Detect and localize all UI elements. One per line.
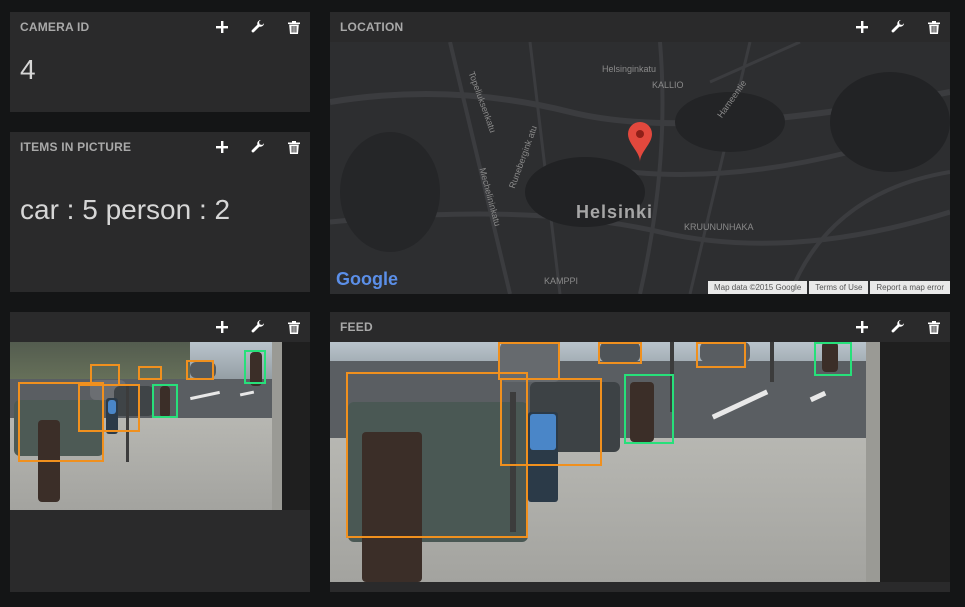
car-detection-box	[186, 360, 214, 380]
terms-of-use-link[interactable]: Terms of Use	[809, 281, 869, 294]
trash-icon[interactable]	[286, 19, 302, 35]
plus-icon[interactable]	[214, 139, 230, 155]
items-count-value: car : 5 person : 2	[20, 194, 231, 225]
snapshot-image	[10, 342, 310, 510]
trash-icon[interactable]	[286, 139, 302, 155]
widget-title: FEED	[340, 320, 373, 334]
widget-tools	[854, 19, 942, 35]
map-label: Helsinginkatu	[602, 64, 657, 74]
camera-id-value: 4	[20, 54, 36, 85]
map-attribution: Map data ©2015 Google Terms of Use Repor…	[707, 281, 950, 294]
plus-icon[interactable]	[854, 19, 870, 35]
map-label: KRUUNUNHAKA	[684, 222, 754, 232]
widget-header	[10, 312, 310, 342]
feed-video[interactable]	[330, 342, 950, 582]
widget-header: LOCATION	[330, 12, 950, 42]
snapshot-widget	[10, 312, 310, 592]
widget-header: CAMERA ID	[10, 12, 310, 42]
widget-title: LOCATION	[340, 20, 404, 34]
trash-icon[interactable]	[286, 319, 302, 335]
car-detection-box	[500, 378, 602, 466]
map-pin-icon[interactable]	[627, 122, 653, 162]
person-detection-box	[152, 384, 178, 418]
google-logo: Google	[336, 269, 398, 289]
widget-tools	[214, 139, 302, 155]
widget-header: ITEMS IN PICTURE	[10, 132, 310, 162]
map-label: KALLIO	[652, 80, 684, 90]
car-detection-box	[498, 342, 560, 380]
map-roads	[330, 42, 950, 294]
widget-tools	[214, 319, 302, 335]
car-detection-box	[598, 342, 642, 364]
widget-title: ITEMS IN PICTURE	[20, 140, 132, 154]
car-detection-box	[696, 342, 746, 368]
map-city-label: Helsinki	[576, 202, 654, 222]
car-detection-box	[78, 384, 140, 432]
camera-id-widget: CAMERA ID 4	[10, 12, 310, 112]
report-map-error-link[interactable]: Report a map error	[870, 281, 950, 294]
wrench-icon[interactable]	[890, 319, 906, 335]
feed-widget: FEED	[330, 312, 950, 592]
location-map[interactable]: Helsinginkatu KALLIO Hameentie Topeliuks…	[330, 42, 950, 294]
car-detection-box	[138, 366, 162, 380]
widget-tools	[214, 19, 302, 35]
widget-tools	[854, 319, 942, 335]
trash-icon[interactable]	[926, 19, 942, 35]
wrench-icon[interactable]	[250, 139, 266, 155]
wrench-icon[interactable]	[890, 19, 906, 35]
car-detection-box	[90, 364, 120, 386]
person-detection-box	[624, 374, 674, 444]
widget-title: CAMERA ID	[20, 20, 90, 34]
location-widget: LOCATION Helsinginkatu KALLIO Hameentie …	[330, 12, 950, 294]
plus-icon[interactable]	[214, 319, 230, 335]
person-detection-box	[814, 342, 852, 376]
plus-icon[interactable]	[854, 319, 870, 335]
items-in-picture-widget: ITEMS IN PICTURE car : 5 person : 2	[10, 132, 310, 292]
wrench-icon[interactable]	[250, 19, 266, 35]
wrench-icon[interactable]	[250, 319, 266, 335]
person-detection-box	[244, 350, 266, 384]
map-data-attribution: Map data ©2015 Google	[707, 281, 808, 294]
plus-icon[interactable]	[214, 19, 230, 35]
trash-icon[interactable]	[926, 319, 942, 335]
widget-header: FEED	[330, 312, 950, 342]
map-label: KAMPPI	[544, 276, 579, 286]
